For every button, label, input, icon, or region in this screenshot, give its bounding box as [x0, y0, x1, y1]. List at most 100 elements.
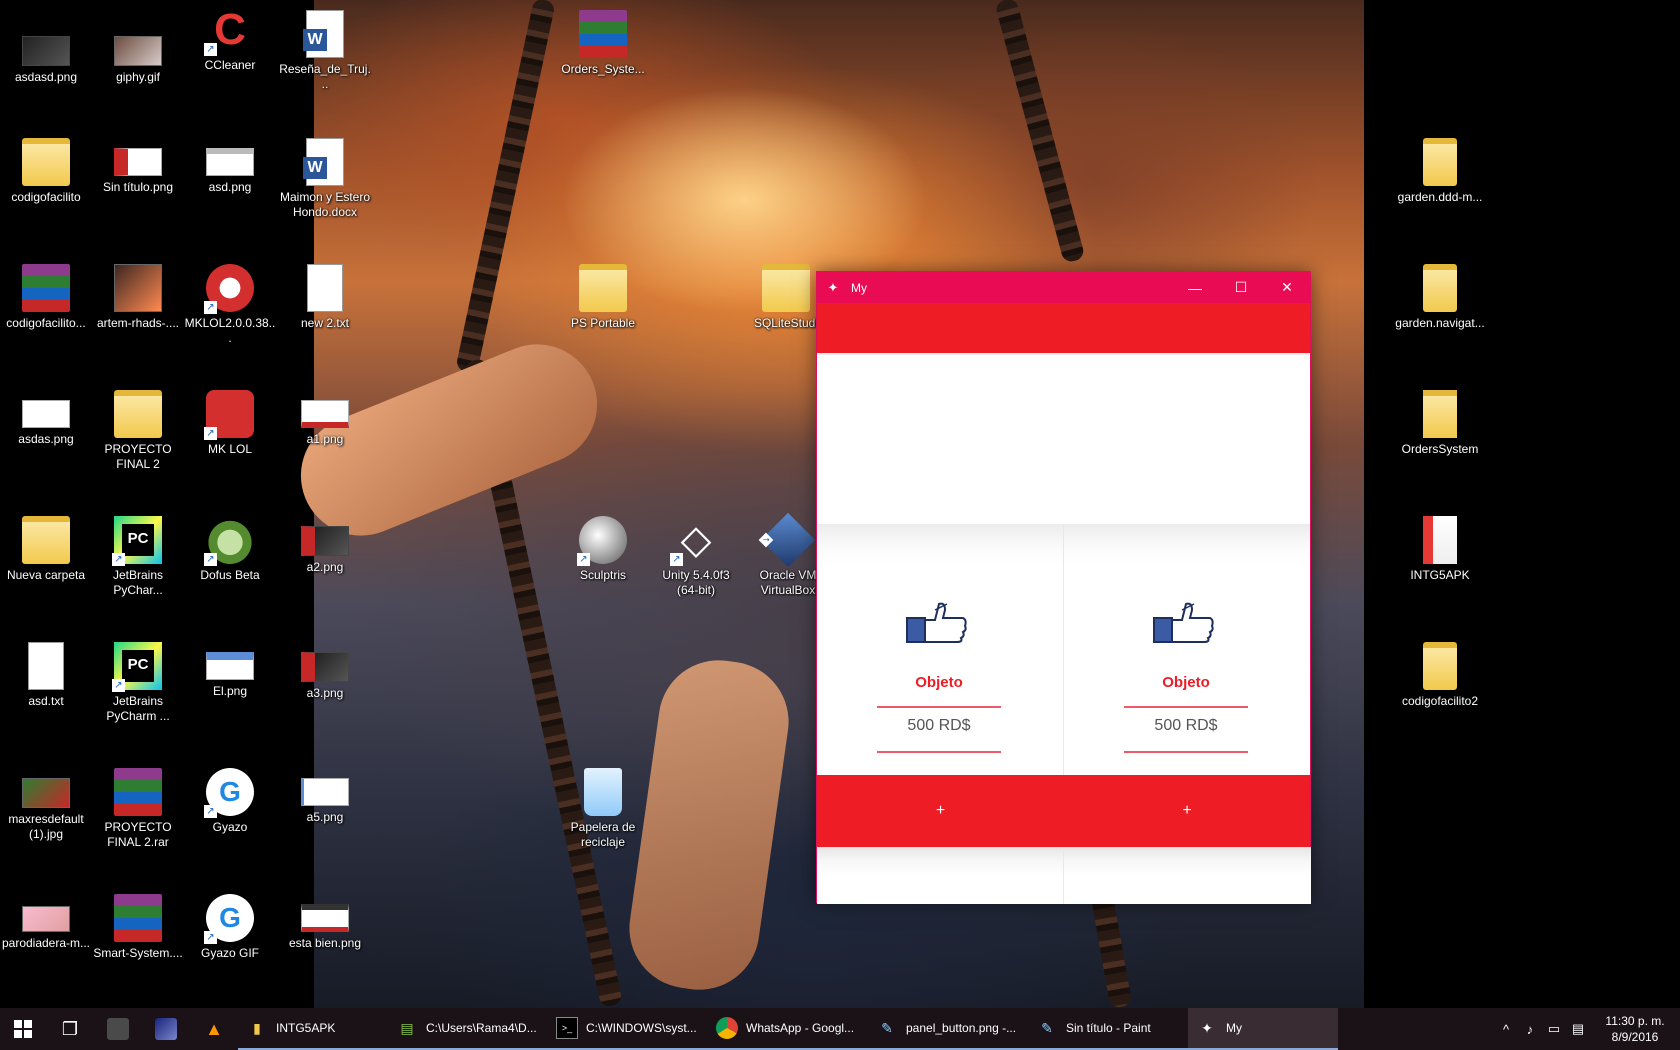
content-top-panel	[817, 353, 1310, 523]
pinned-app[interactable]	[142, 1008, 190, 1050]
taskbar-item[interactable]: ✎ panel_button.png -...	[868, 1008, 1028, 1050]
pinned-vlc[interactable]: ▲	[190, 1008, 238, 1050]
desktop-icon-mk-lol[interactable]: MK LOL	[184, 384, 276, 504]
clock[interactable]: 11:30 p. m. 8/9/2016	[1590, 1013, 1680, 1045]
desktop-icon-orders-syste[interactable]: Orders_Syste...	[557, 4, 649, 124]
card-bottom-strip	[817, 847, 1063, 904]
desktop-icon-new-2-txt[interactable]: new 2.txt	[279, 258, 371, 378]
desktop-icon-asdasd-png[interactable]: asdasd.png	[0, 20, 92, 140]
image-file-icon	[22, 36, 70, 66]
folder-icon	[579, 264, 627, 312]
desktop-icon-a2-png[interactable]: a2.png	[279, 510, 371, 630]
desktop-icon-maimon-docx[interactable]: Maimon y Estero Hondo.docx	[279, 132, 371, 252]
gyazo-gif-icon	[204, 894, 254, 944]
taskbar-item[interactable]: ▮ INTG5APK	[238, 1008, 388, 1050]
text-file-icon	[307, 264, 343, 312]
desktop-icon-sculptris[interactable]: Sculptris	[557, 510, 649, 630]
taskbar-item[interactable]: ▤ C:\Users\Rama4\D...	[388, 1008, 548, 1050]
desktop-icon-garden-ddd[interactable]: garden.ddd-m...	[1394, 132, 1486, 252]
desktop-icon-dofus-beta[interactable]: Dofus Beta	[184, 510, 276, 630]
desktop-icon-pycharm-2[interactable]: JetBrains PyCharm ...	[92, 636, 184, 756]
start-button[interactable]	[0, 1008, 46, 1050]
desktop-icon-smart-system[interactable]: Smart-System....	[92, 888, 184, 1008]
desktop-icon-proyecto-final-2-rar[interactable]: PROYECTO FINAL 2.rar	[92, 762, 184, 882]
ccleaner-icon	[204, 6, 254, 56]
task-view-button[interactable]: ❐	[46, 1008, 94, 1050]
network-icon[interactable]: ▭	[1542, 1021, 1566, 1037]
winrar-archive-icon	[114, 894, 162, 942]
taskbar-item[interactable]: WhatsApp - Googl...	[708, 1008, 868, 1050]
sublime-text-icon	[107, 1018, 129, 1040]
taskbar-item[interactable]: ✎ Sin título - Paint	[1028, 1008, 1188, 1050]
image-file-icon	[114, 36, 162, 66]
desktop-icon-mklol-installer[interactable]: MKLOL2.0.0.38...	[184, 258, 276, 378]
desktop-icon-gyazo-gif[interactable]: Gyazo GIF	[184, 888, 276, 1008]
desktop-icon-unity[interactable]: Unity 5.4.0f3 (64-bit)	[650, 510, 742, 630]
add-to-cart-button[interactable]: +	[817, 775, 1064, 847]
window-titlebar[interactable]: ✦ My — ☐ ✕	[817, 272, 1310, 303]
desktop-icon-parodiadera[interactable]: parodiadera-m...	[0, 888, 92, 1008]
winrar-archive-icon	[22, 264, 70, 312]
desktop-icon-intg5apk[interactable]: INTG5APK	[1394, 510, 1486, 630]
wallpaper-chain-right	[994, 0, 1086, 264]
desktop-icon-codigofacilito-rar[interactable]: codigofacilito...	[0, 258, 92, 378]
desktop-icon-proyecto-final-2[interactable]: PROYECTO FINAL 2	[92, 384, 184, 504]
desktop-icon-gyazo[interactable]: Gyazo	[184, 762, 276, 882]
taskbar-item-label: C:\WINDOWS\syst...	[586, 1021, 697, 1035]
desktop-icon-orderssystem[interactable]: OrdersSystem	[1394, 384, 1486, 504]
product-card: Objeto 500 RD$ +	[1064, 524, 1311, 904]
app-icon	[155, 1018, 177, 1040]
notifications-icon[interactable]: ▤	[1566, 1021, 1590, 1037]
desktop-icon-maxresdefault[interactable]: maxresdefault (1).jpg	[0, 762, 92, 882]
folder-icon	[1423, 138, 1457, 186]
divider	[877, 706, 1001, 708]
pinned-sublime-text[interactable]	[94, 1008, 142, 1050]
desktop-icon-codigofacilito2[interactable]: codigofacilito2	[1394, 636, 1486, 756]
desktop-icon-ccleaner[interactable]: CCleaner	[184, 0, 276, 120]
taskbar-item-label: Sin título - Paint	[1066, 1021, 1151, 1035]
desktop-icon-recycle-bin[interactable]: Papelera de reciclaje	[557, 762, 649, 882]
divider	[1124, 706, 1248, 708]
desktop-icon-pycharm-1[interactable]: JetBrains PyChar...	[92, 510, 184, 630]
image-file-icon	[301, 904, 349, 932]
desktop-icon-codigofacilito[interactable]: codigofacilito	[0, 132, 92, 252]
system-tray: ^ ♪ ▭ ▤ 11:30 p. m. 8/9/2016	[1494, 1008, 1680, 1050]
desktop-icon-ps-portable[interactable]: PS Portable	[557, 258, 649, 378]
maximize-button[interactable]: ☐	[1218, 272, 1264, 303]
word-document-icon	[303, 138, 344, 186]
desktop-icon-asd-txt[interactable]: asd.txt	[0, 636, 92, 756]
taskbar-item-active[interactable]: ✦ My	[1188, 1008, 1338, 1050]
desktop-icon-giphy-gif[interactable]: giphy.gif	[92, 20, 184, 140]
image-file-icon	[114, 264, 162, 312]
desktop-icon-artem-rhads[interactable]: artem-rhads-....	[92, 258, 184, 378]
app-window[interactable]: ✦ My — ☐ ✕ Objeto 500 RD$ + Objeto 500 R…	[816, 271, 1311, 904]
taskbar-item[interactable]: >_ C:\WINDOWS\syst...	[548, 1008, 708, 1050]
product-grid: Objeto 500 RD$ + Objeto 500 RD$ +	[817, 524, 1311, 904]
pycharm-icon	[112, 516, 162, 566]
thumbs-up-icon	[1153, 602, 1214, 643]
minimize-button[interactable]: —	[1172, 272, 1218, 303]
product-name: Objeto	[915, 674, 963, 691]
chevron-up-icon[interactable]: ^	[1494, 1022, 1518, 1037]
desktop-icon-asd-png[interactable]: asd.png	[184, 132, 276, 252]
taskbar-item-label: C:\Users\Rama4\D...	[426, 1021, 537, 1035]
close-button[interactable]: ✕	[1264, 272, 1310, 303]
desktop-icon-resena-de-truj[interactable]: Reseña_de_Truj...	[279, 4, 371, 124]
add-to-cart-button[interactable]: +	[1064, 775, 1310, 847]
virtualbox-icon	[760, 512, 816, 568]
divider	[877, 751, 1001, 753]
desktop-icon-a1-png[interactable]: a1.png	[279, 384, 371, 504]
desktop-icon-a3-png[interactable]: a3.png	[279, 636, 371, 756]
desktop-icon-nueva-carpeta[interactable]: Nueva carpeta	[0, 510, 92, 630]
wallpaper-chain-left	[455, 0, 556, 374]
desktop-icon-garden-navigat[interactable]: garden.navigat...	[1394, 258, 1486, 378]
volume-icon[interactable]: ♪	[1518, 1022, 1542, 1037]
desktop-icon-a5-png[interactable]: a5.png	[279, 762, 371, 882]
desktop-icon-asdas-png[interactable]: asdas.png	[0, 384, 92, 504]
desktop-icon-sin-titulo-png[interactable]: Sin título.png	[92, 132, 184, 252]
desktop-icon-esta-bien-png[interactable]: esta bien.png	[279, 888, 371, 1008]
clock-date: 8/9/2016	[1611, 1030, 1659, 1044]
thumbs-up-icon	[906, 602, 967, 643]
image-file-icon	[22, 778, 70, 808]
desktop-icon-el-png[interactable]: El.png	[184, 636, 276, 756]
